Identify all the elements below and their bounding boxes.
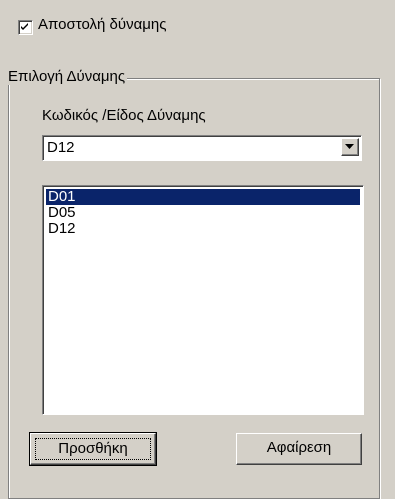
- list-item-d01[interactable]: D01: [46, 189, 360, 205]
- list-item-d05[interactable]: D05: [46, 205, 360, 221]
- add-button-label: Προσθήκη: [35, 438, 151, 460]
- combobox-dropdown-button[interactable]: [341, 138, 359, 156]
- force-selection-group-title: Επιλογή Δύναμης: [8, 68, 128, 85]
- checkmark-icon: [21, 23, 28, 30]
- force-list[interactable]: D01 D05 D12: [42, 185, 364, 415]
- chevron-down-icon: [345, 144, 354, 149]
- send-force-checkbox[interactable]: [18, 20, 33, 35]
- add-button[interactable]: Προσθήκη: [29, 432, 157, 466]
- send-force-label[interactable]: Αποστολή δύναμης: [38, 16, 166, 33]
- force-code-combobox[interactable]: D12: [42, 135, 362, 161]
- remove-button[interactable]: Αφαίρεση: [236, 433, 362, 465]
- force-code-combobox-value: D12: [47, 139, 75, 156]
- list-item-d12[interactable]: D12: [46, 221, 360, 237]
- force-code-label: Κωδικός /Είδος Δύναμης: [42, 107, 206, 124]
